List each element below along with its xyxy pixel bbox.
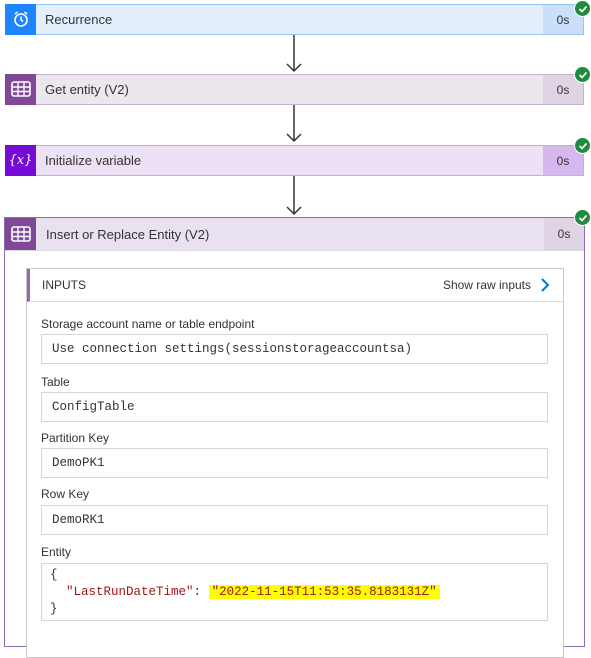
json-value: "2022-11-15T11:53:35.8183131Z": [208, 585, 440, 599]
field-label: Row Key: [41, 487, 90, 501]
step-recurrence[interactable]: Recurrence 0s: [5, 3, 584, 35]
inputs-header: INPUTS Show raw inputs: [27, 269, 563, 302]
field-label: Partition Key: [41, 431, 110, 445]
partition-key-field: DemoPK1: [41, 448, 548, 478]
table-storage-icon: [5, 218, 36, 250]
show-raw-inputs-link[interactable]: Show raw inputs: [443, 278, 531, 292]
variable-icon: {x}: [5, 144, 36, 176]
json-open-brace: {: [50, 568, 58, 582]
json-line: "LastRunDateTime": "2022-11-15T11:53:35.…: [50, 584, 547, 601]
storage-account-field: Use connection settings(sessionstorageac…: [41, 334, 548, 364]
json-key: "LastRunDateTime": [66, 585, 194, 599]
step-title: Initialize variable: [45, 153, 142, 168]
step-header[interactable]: Insert or Replace Entity (V2) 0s: [5, 218, 584, 251]
inputs-panel: INPUTS Show raw inputs Storage account n…: [26, 268, 564, 658]
json-close-brace: }: [50, 602, 58, 616]
step-title: Recurrence: [45, 12, 113, 27]
json-colon: :: [193, 585, 202, 599]
variable-icon-text: {x}: [8, 152, 33, 168]
alarm-clock-icon: [5, 3, 36, 35]
field-label: Table: [41, 375, 70, 389]
flow-arrow: [286, 176, 302, 216]
success-check-icon: [574, 137, 591, 154]
step-title: Insert or Replace Entity (V2): [46, 226, 210, 242]
success-check-icon: [574, 66, 591, 83]
step-get-entity[interactable]: Get entity (V2) 0s: [5, 73, 584, 105]
field-label: Storage account name or table endpoint: [41, 317, 255, 331]
field-label: Entity: [41, 545, 72, 559]
success-check-icon: [574, 209, 591, 226]
inputs-title: INPUTS: [42, 278, 87, 292]
chevron-right-icon[interactable]: [539, 277, 551, 293]
table-field: ConfigTable: [41, 392, 548, 422]
flow-arrow: [286, 105, 302, 143]
flow-arrow: [286, 35, 302, 73]
step-insert-replace-entity: Insert or Replace Entity (V2) 0s INPUTS …: [4, 217, 585, 658]
row-key-field: DemoRK1: [41, 505, 548, 535]
table-storage-icon: [5, 73, 36, 105]
entity-json-box: { "LastRunDateTime": "2022-11-15T11:53:3…: [41, 563, 548, 621]
success-check-icon: [574, 0, 591, 17]
step-title: Get entity (V2): [45, 82, 129, 97]
step-initialize-variable[interactable]: {x} Initialize variable 0s: [5, 144, 584, 176]
